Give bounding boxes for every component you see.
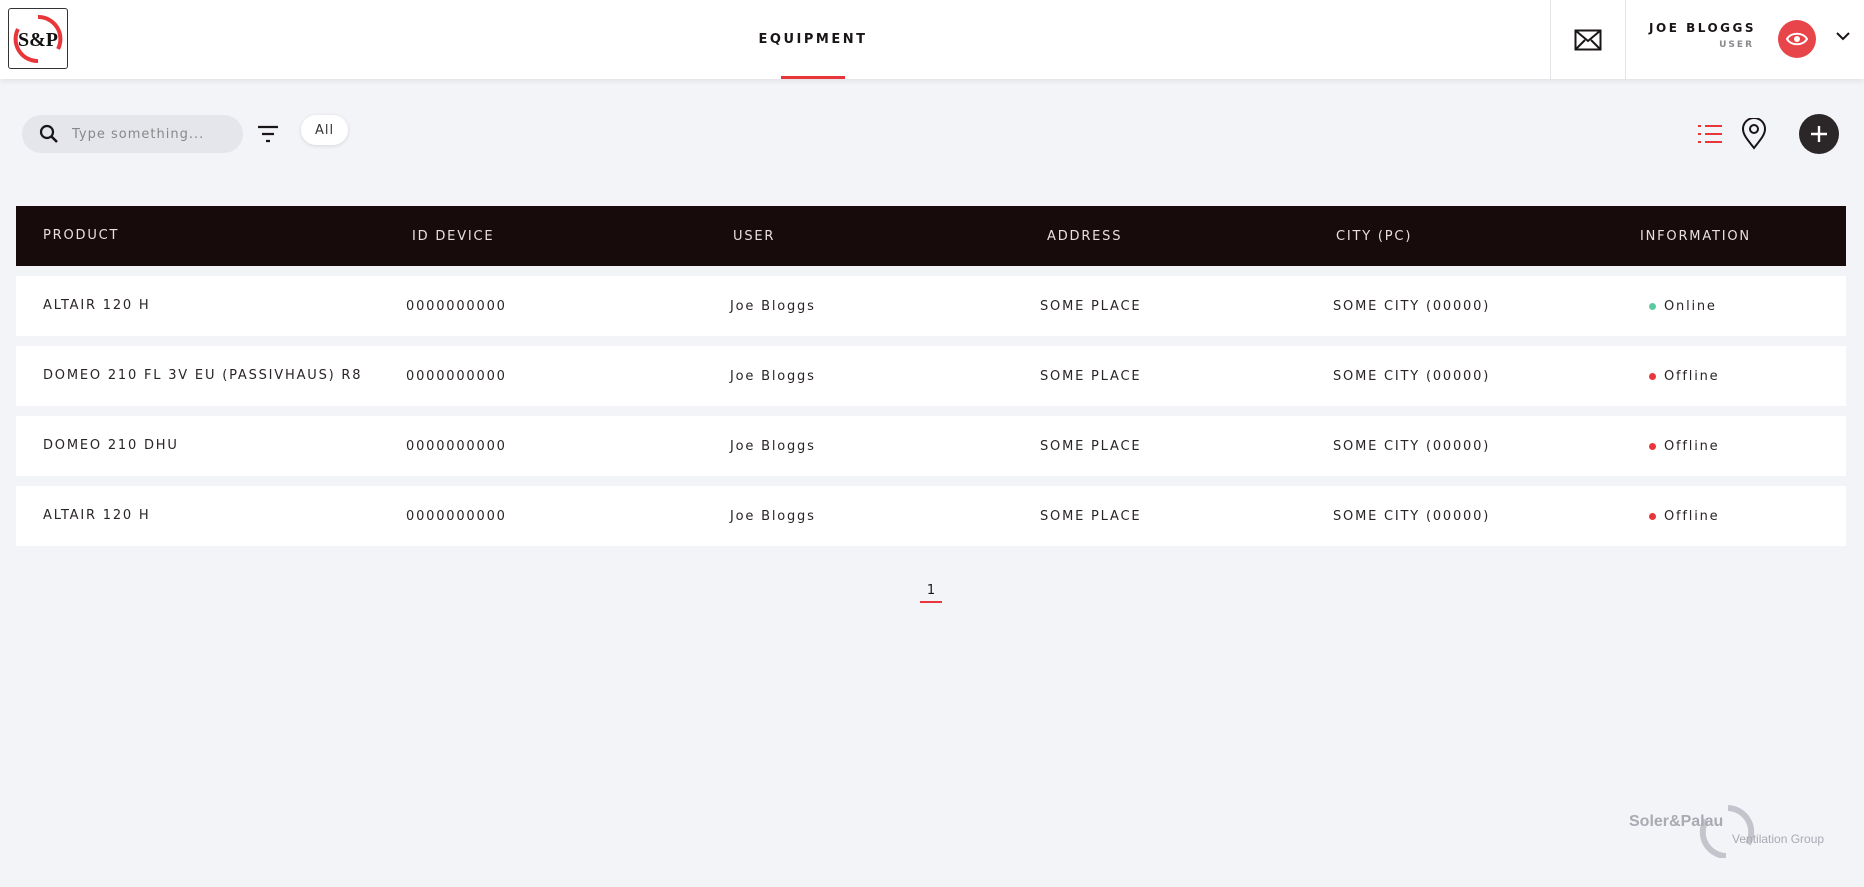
cell-user: Joe Bloggs [730, 508, 816, 524]
column-header-product[interactable]: PRODUCT [16, 226, 366, 246]
cell-user: Joe Bloggs [730, 298, 816, 314]
column-header-information[interactable]: INFORMATION [1541, 229, 1846, 244]
eye-icon [1786, 32, 1808, 46]
top-header: S&P EQUIPMENT JOE BLOGGS USER [0, 0, 1864, 79]
brand-name: Soler&Palau [1629, 813, 1724, 830]
status-offline-dot [1649, 442, 1656, 450]
cell-product: DOMEO 210 DHU [43, 438, 179, 453]
search-bar [22, 115, 243, 153]
column-header-user[interactable]: USER [640, 229, 945, 244]
cell-id-device: 0000000000 [406, 298, 507, 314]
sp-logo[interactable]: S&P [8, 8, 68, 69]
search-input[interactable] [72, 126, 232, 142]
logo-text: S&P [18, 29, 58, 51]
chevron-down-icon[interactable] [1836, 31, 1850, 41]
status-badge: Online [1664, 298, 1717, 314]
cell-user: Joe Bloggs [730, 368, 816, 384]
cell-city: SOME CITY (00000) [1333, 298, 1491, 314]
column-header-city[interactable]: CITY (PC) [1241, 229, 1541, 244]
cell-information: Offline [1541, 509, 1846, 524]
cell-product: DOMEO 210 FL 3V EU (PASSIVHAUS) R8 [43, 368, 363, 383]
cell-address: SOME PLACE [1040, 368, 1142, 384]
cell-city: SOME CITY (00000) [1333, 438, 1491, 454]
cell-information: Online [1541, 299, 1846, 314]
cell-city: SOME CITY (00000) [1333, 368, 1491, 384]
column-header-address[interactable]: ADDRESS [945, 229, 1241, 244]
status-badge: Offline [1664, 438, 1720, 454]
table-header: PRODUCT ID DEVICE USER ADDRESS CITY (PC)… [16, 206, 1846, 266]
cell-address: SOME PLACE [1040, 508, 1142, 524]
cell-user: Joe Bloggs [730, 438, 816, 454]
status-offline-dot [1649, 512, 1656, 520]
table-row[interactable]: DOMEO 210 FL 3V EU (PASSIVHAUS) R8 00000… [16, 346, 1846, 406]
tab-equipment[interactable]: EQUIPMENT [759, 0, 866, 79]
soler-palau-brand-logo: Soler&Palau Ventilation Group [1628, 804, 1848, 858]
cell-address: SOME PLACE [1040, 438, 1142, 454]
status-offline-dot [1649, 372, 1656, 380]
cell-product: ALTAIR 120 H [43, 298, 151, 313]
table-row[interactable]: ALTAIR 120 H 0000000000 Joe Bloggs SOME … [16, 276, 1846, 336]
user-menu[interactable]: JOE BLOGGS USER [1627, 0, 1864, 79]
cell-id-device: 0000000000 [406, 438, 507, 454]
filter-chip-all[interactable]: All [301, 115, 349, 145]
messages-button[interactable] [1550, 0, 1626, 79]
add-equipment-button[interactable] [1799, 114, 1839, 154]
plus-icon [1811, 126, 1827, 142]
logo-mark-icon: S&P [13, 14, 63, 63]
table-row[interactable]: ALTAIR 120 H 0000000000 Joe Bloggs SOME … [16, 486, 1846, 546]
cell-city: SOME CITY (00000) [1333, 508, 1491, 524]
cell-information: Offline [1541, 369, 1846, 384]
equipment-table: PRODUCT ID DEVICE USER ADDRESS CITY (PC)… [16, 206, 1846, 546]
map-pin-icon[interactable] [1740, 118, 1768, 150]
cell-id-device: 0000000000 [406, 368, 507, 384]
column-header-id-device[interactable]: ID DEVICE [366, 229, 640, 244]
cell-information: Offline [1541, 439, 1846, 454]
list-view-icon[interactable] [1696, 120, 1724, 148]
table-row[interactable]: DOMEO 210 DHU 0000000000 Joe Bloggs SOME… [16, 416, 1846, 476]
avatar[interactable] [1778, 20, 1816, 58]
pagination-page-1[interactable]: 1 [920, 583, 942, 603]
search-icon [38, 123, 60, 145]
user-role: USER [1719, 40, 1754, 50]
status-badge: Offline [1664, 508, 1720, 524]
status-badge: Offline [1664, 368, 1720, 384]
cell-address: SOME PLACE [1040, 298, 1142, 314]
filter-icon[interactable] [256, 122, 280, 146]
brand-tagline: Ventilation Group [1732, 832, 1825, 846]
cell-product: ALTAIR 120 H [43, 508, 151, 523]
cell-id-device: 0000000000 [406, 508, 507, 524]
status-online-dot [1649, 302, 1656, 310]
user-name: JOE BLOGGS [1649, 21, 1756, 35]
envelope-icon [1574, 29, 1602, 50]
